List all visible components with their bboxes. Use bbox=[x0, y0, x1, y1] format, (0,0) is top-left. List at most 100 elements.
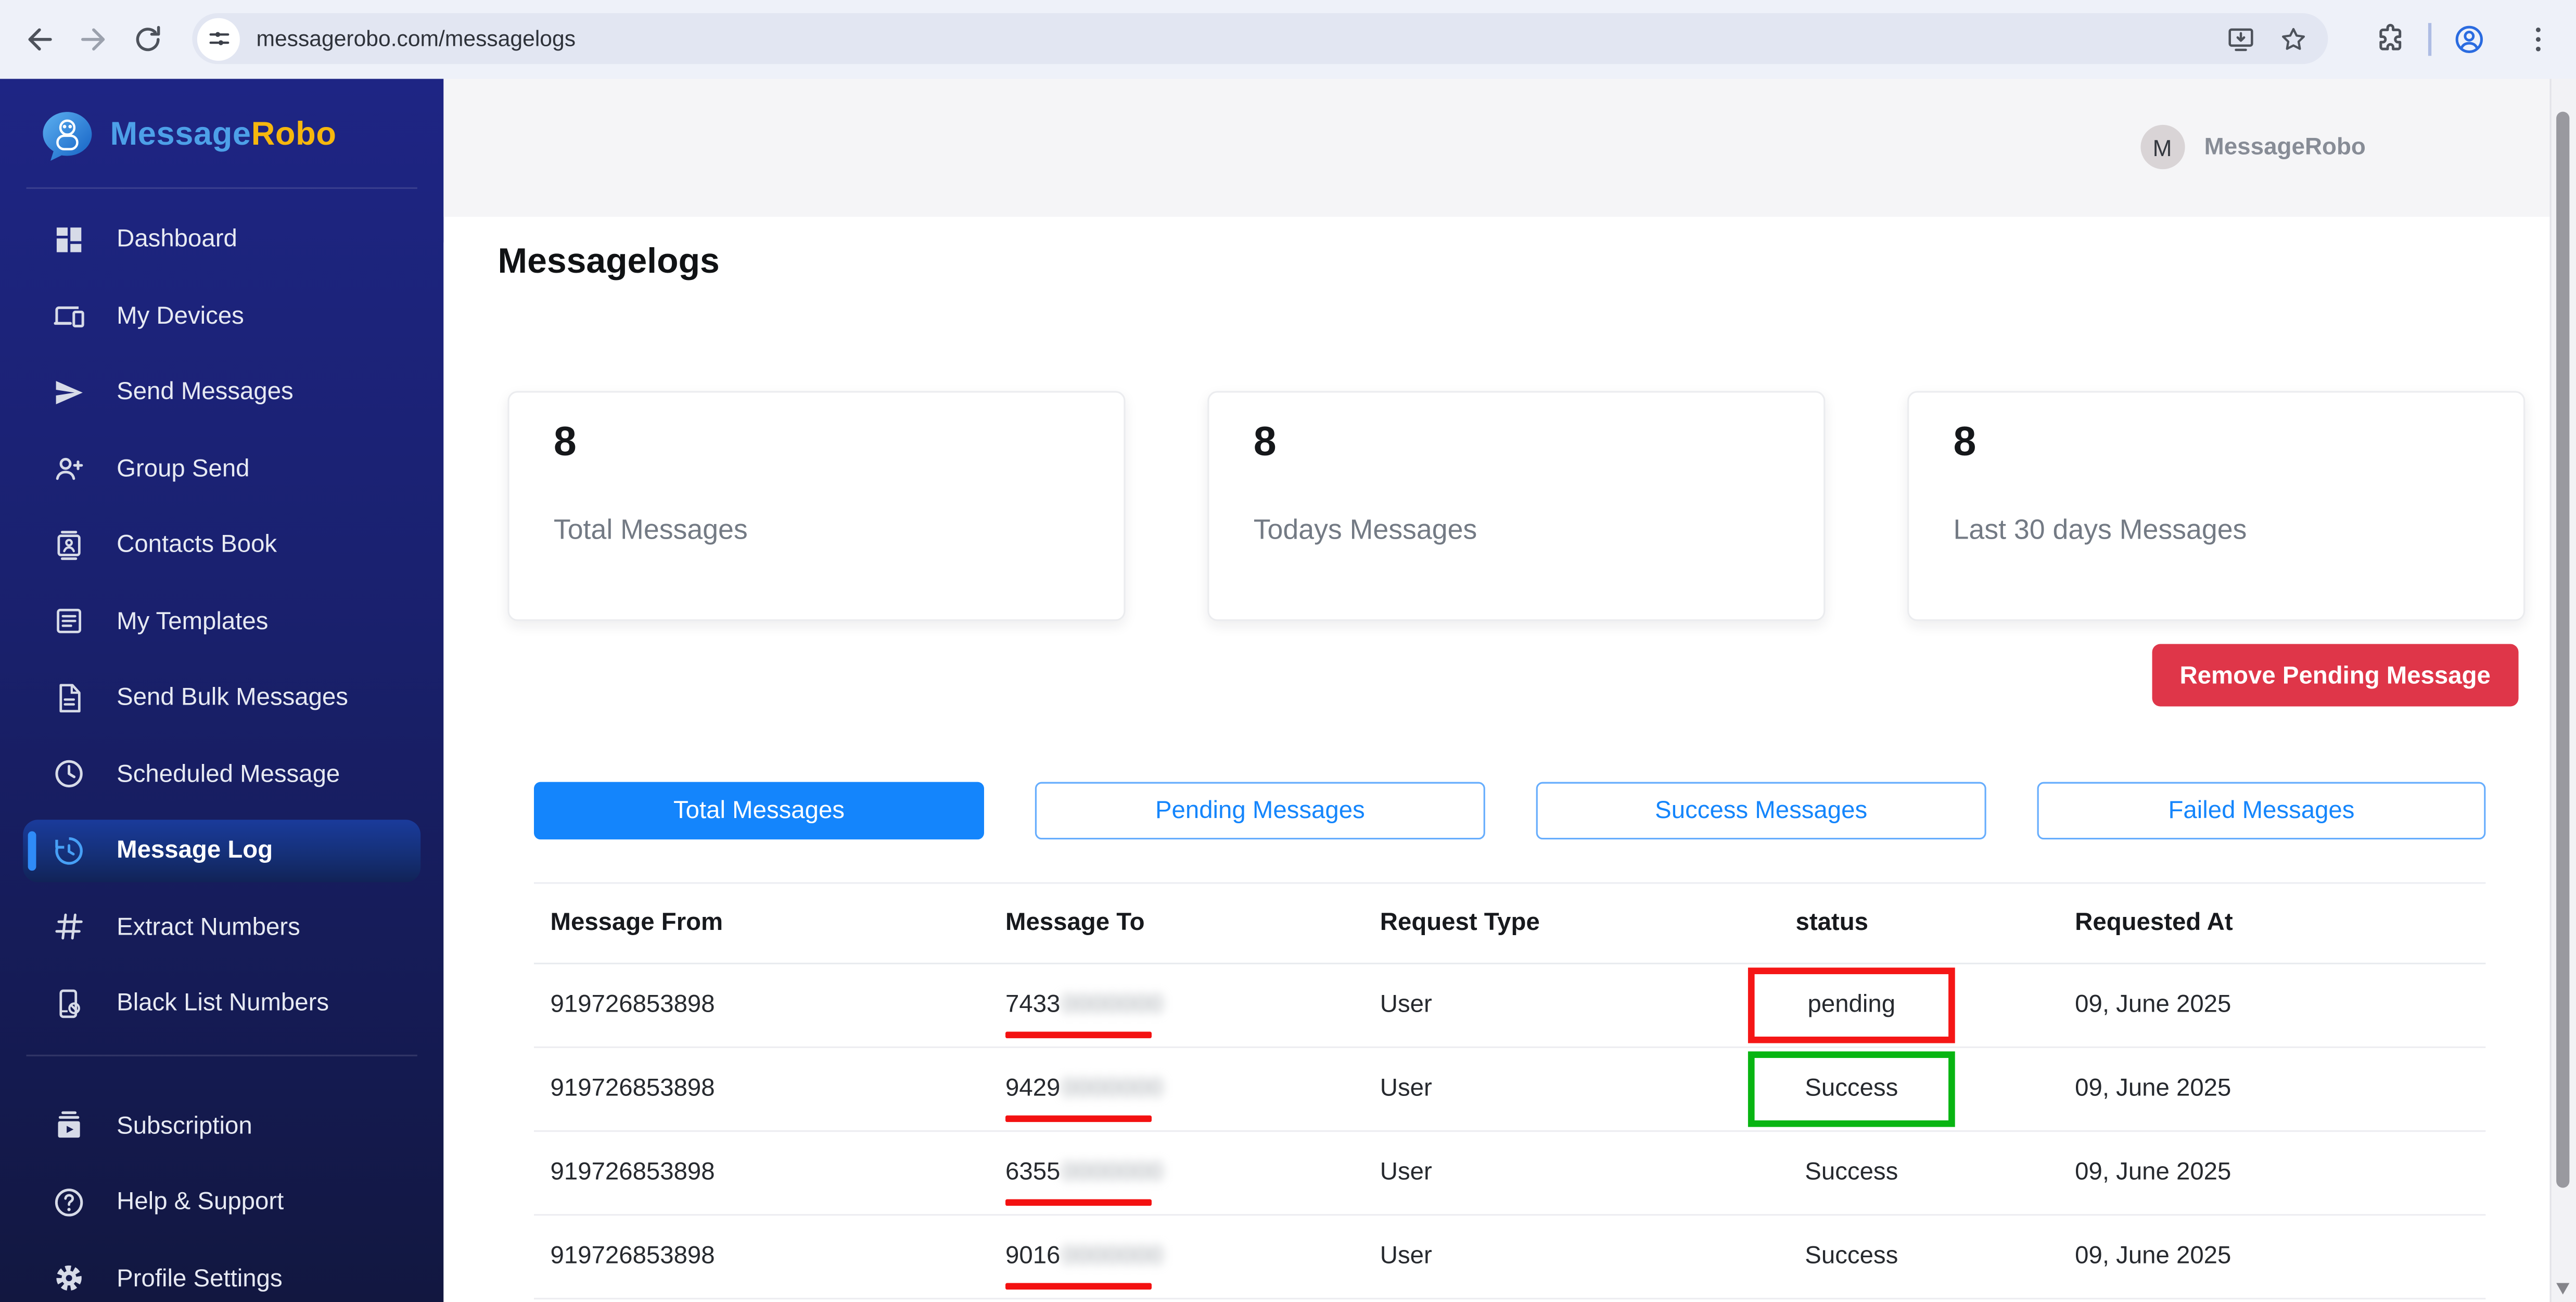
sidebar-item-profile-settings[interactable]: Profile Settings bbox=[0, 1240, 443, 1302]
stat-label: Total Messages bbox=[554, 514, 748, 547]
status-badge-pending-red-box: pending bbox=[1748, 967, 1955, 1042]
sidebar-item-subscription[interactable]: Subscription bbox=[0, 1088, 443, 1164]
col-header-requested-at: Requested At bbox=[2021, 909, 2485, 937]
screen: messagerobo.com/messagelogs bbox=[0, 0, 2576, 1302]
tab-success-messages[interactable]: Success Messages bbox=[1536, 782, 1986, 839]
reload-icon[interactable] bbox=[132, 22, 164, 55]
stat-value: 8 bbox=[1254, 419, 1277, 467]
sidebar-item-group-send[interactable]: Group Send bbox=[0, 430, 443, 507]
cell-message-from: 919726853898 bbox=[534, 1158, 1002, 1186]
cell-request-type: User bbox=[1376, 1158, 1748, 1186]
sidebar-item-contacts-book[interactable]: Contacts Book bbox=[0, 507, 443, 583]
sidebar-item-send-bulk-messages[interactable]: Send Bulk Messages bbox=[0, 659, 443, 736]
sidebar-item-help-support[interactable]: Help & Support bbox=[0, 1164, 443, 1241]
message-log-table: Message From Message To Request Type sta… bbox=[534, 882, 2485, 1298]
remove-pending-message-button[interactable]: Remove Pending Message bbox=[2152, 644, 2519, 707]
sidebar-item-extract-numbers[interactable]: Extract Numbers bbox=[0, 889, 443, 965]
stat-card-last-30-days: 8 Last 30 days Messages bbox=[1907, 391, 2525, 621]
tab-pending-messages[interactable]: Pending Messages bbox=[1035, 782, 1485, 839]
col-header-message-from: Message From bbox=[534, 909, 1002, 937]
table-row: 919726853898 94290000000 User Success 09… bbox=[534, 1048, 2485, 1131]
phone-visible: 7433 bbox=[1005, 991, 1060, 1019]
forward-icon[interactable] bbox=[77, 22, 110, 55]
stat-card-todays-messages: 8 Todays Messages bbox=[1207, 391, 1825, 621]
stat-card-total-messages: 8 Total Messages bbox=[507, 391, 1125, 621]
install-app-icon[interactable] bbox=[2226, 24, 2256, 54]
red-underline-annotation bbox=[1005, 1282, 1152, 1290]
file-icon bbox=[53, 681, 85, 714]
sidebar-divider bbox=[27, 186, 417, 188]
extensions-icon[interactable] bbox=[2374, 22, 2407, 55]
red-underline-annotation bbox=[1005, 1198, 1152, 1206]
gear-icon bbox=[53, 1262, 85, 1295]
sidebar: MessageRobo Dashboard My Devices Send Me… bbox=[0, 78, 443, 1302]
browser-toolbar: messagerobo.com/messagelogs bbox=[0, 0, 2576, 80]
phone-masked: 0000000 bbox=[1062, 991, 1164, 1019]
phone-masked: 0000000 bbox=[1062, 1242, 1164, 1270]
stat-value: 8 bbox=[1954, 419, 1976, 467]
stat-value: 8 bbox=[554, 419, 577, 467]
sidebar-item-black-list-numbers[interactable]: Black List Numbers bbox=[0, 965, 443, 1042]
clock-icon bbox=[53, 758, 85, 790]
sidebar-item-send-messages[interactable]: Send Messages bbox=[0, 354, 443, 430]
sidebar-divider bbox=[27, 1055, 417, 1056]
table-row: 919726853898 74330000000 User pending 09… bbox=[534, 964, 2485, 1048]
cell-status: Success bbox=[1748, 1051, 2021, 1126]
cell-message-to: 74330000000 bbox=[1002, 964, 1377, 1046]
address-bar[interactable]: messagerobo.com/messagelogs bbox=[192, 14, 2328, 65]
back-icon[interactable] bbox=[23, 22, 56, 55]
cell-status: pending bbox=[1748, 967, 2021, 1042]
avatar[interactable]: M bbox=[2140, 125, 2184, 170]
cell-message-to: 90160000000 bbox=[1002, 1215, 1377, 1297]
sidebar-item-dashboard[interactable]: Dashboard bbox=[0, 201, 443, 278]
tab-total-messages[interactable]: Total Messages bbox=[534, 782, 984, 839]
history-icon bbox=[53, 834, 85, 866]
table-header-row: Message From Message To Request Type sta… bbox=[534, 882, 2485, 963]
red-underline-annotation bbox=[1005, 1115, 1152, 1122]
bookmark-star-icon[interactable] bbox=[2279, 24, 2309, 54]
cell-status: Success bbox=[1748, 1218, 2021, 1294]
cell-requested-at: 09, June 2025 bbox=[2021, 991, 2485, 1019]
cell-message-from: 919726853898 bbox=[534, 1242, 1002, 1270]
cell-message-from: 919726853898 bbox=[534, 1075, 1002, 1103]
sidebar-item-my-devices[interactable]: My Devices bbox=[0, 278, 443, 354]
phone-masked: 0000000 bbox=[1062, 1158, 1164, 1186]
contacts-card-icon bbox=[53, 529, 85, 561]
brand-logo[interactable]: MessageRobo bbox=[0, 78, 443, 172]
cell-request-type: User bbox=[1376, 1242, 1748, 1270]
hash-icon bbox=[53, 911, 85, 943]
filter-tabs: Total Messages Pending Messages Success … bbox=[534, 782, 2485, 839]
url-text[interactable]: messagerobo.com/messagelogs bbox=[256, 27, 2226, 51]
status-badge: Success bbox=[1748, 1134, 1955, 1210]
sidebar-nav: Dashboard My Devices Send Messages Group… bbox=[0, 201, 443, 1302]
sidebar-item-my-templates[interactable]: My Templates bbox=[0, 583, 443, 660]
col-header-status: status bbox=[1748, 909, 2021, 937]
red-underline-annotation bbox=[1005, 1031, 1152, 1038]
table-row: 919726853898 63550000000 User Success 09… bbox=[534, 1131, 2485, 1215]
phone-visible: 6355 bbox=[1005, 1158, 1060, 1186]
cell-requested-at: 09, June 2025 bbox=[2021, 1242, 2485, 1270]
sidebar-item-scheduled-message[interactable]: Scheduled Message bbox=[0, 736, 443, 812]
top-header: M MessageRobo bbox=[443, 78, 2576, 217]
col-header-message-to: Message To bbox=[1002, 884, 1377, 962]
robot-chat-bubble-icon bbox=[40, 108, 95, 163]
page-scrollbar[interactable] bbox=[2549, 78, 2576, 1302]
status-badge: Success bbox=[1748, 1218, 1955, 1294]
browser-menu-icon[interactable] bbox=[2521, 22, 2554, 55]
site-settings-icon[interactable] bbox=[197, 18, 240, 60]
scrollbar-thumb[interactable] bbox=[2556, 111, 2570, 1187]
cell-message-to: 94290000000 bbox=[1002, 1048, 1377, 1130]
account-name[interactable]: MessageRobo bbox=[2204, 134, 2366, 161]
browser-profile-icon[interactable] bbox=[2452, 22, 2485, 55]
cell-message-to: 63550000000 bbox=[1002, 1131, 1377, 1214]
app-window: MessageRobo Dashboard My Devices Send Me… bbox=[0, 78, 2576, 1302]
cell-requested-at: 09, June 2025 bbox=[2021, 1075, 2485, 1103]
col-header-request-type: Request Type bbox=[1376, 909, 1748, 937]
tab-failed-messages[interactable]: Failed Messages bbox=[2037, 782, 2486, 839]
sidebar-item-message-log[interactable]: Message Log bbox=[23, 819, 420, 882]
page-title: Messagelogs bbox=[498, 241, 720, 283]
scrollbar-down-arrow-icon[interactable] bbox=[2556, 1282, 2569, 1294]
phone-block-icon bbox=[53, 987, 85, 1020]
phone-visible: 9429 bbox=[1005, 1075, 1060, 1103]
subscriptions-icon bbox=[53, 1109, 85, 1142]
